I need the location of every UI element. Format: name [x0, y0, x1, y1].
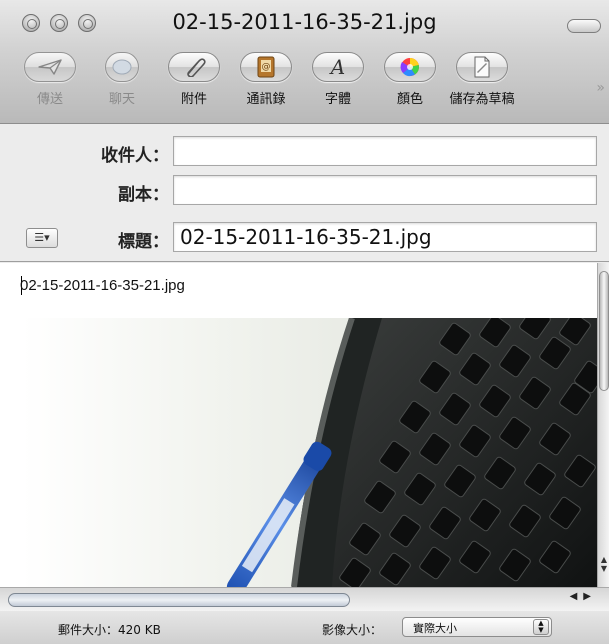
svg-text:A: A: [329, 56, 345, 78]
message-size-label: 郵件大小：: [58, 623, 119, 637]
to-field[interactable]: [173, 136, 597, 166]
toolbar-overflow-icon[interactable]: »: [596, 80, 605, 96]
select-stepper-icon: ▲ ▼: [533, 619, 549, 635]
message-size-value: 420 KB: [118, 623, 161, 637]
subject-field[interactable]: 02-15-2011-16-35-21.jpg: [173, 222, 597, 252]
save-draft-button[interactable]: 儲存為草稿: [446, 52, 518, 120]
chat-icon: [112, 59, 132, 75]
send-button[interactable]: 傳送: [14, 52, 86, 120]
to-row: 收件人：: [0, 136, 609, 166]
svg-text:@: @: [262, 62, 271, 72]
window-toolbar-area: 02-15-2011-16-35-21.jpg 傳送 聊天 附件 @ 通訊錄 A…: [0, 0, 609, 124]
chat-button-cap: [105, 52, 139, 82]
color-wheel-icon: [400, 57, 420, 77]
address-book-button[interactable]: @ 通訊錄: [230, 52, 302, 120]
send-button-cap: [24, 52, 76, 82]
address-book-button-label: 通訊錄: [246, 92, 286, 107]
cc-field[interactable]: [173, 175, 597, 205]
colors-button-cap: [384, 52, 436, 82]
image-size-select[interactable]: 實際大小 ▲ ▼: [402, 617, 552, 637]
cc-label: 副本：: [118, 185, 169, 205]
fonts-button-label: 字體: [324, 92, 351, 107]
window-title: 02-15-2011-16-35-21.jpg: [172, 10, 437, 34]
message-header-fields: 收件人： 副本： ☰▾ 標題： 02-15-2011-16-35-21.jpg: [0, 124, 609, 262]
chat-button[interactable]: 聊天: [86, 52, 158, 120]
address-book-button-cap: @: [240, 52, 292, 82]
subject-label: 標題：: [118, 232, 169, 252]
compose-toolbar: 傳送 聊天 附件 @ 通訊錄 A 字體 顏色 儲存為草稿: [14, 52, 518, 120]
body-text: 02-15-2011-16-35-21.jpg: [20, 277, 185, 294]
font-icon: A: [329, 56, 345, 78]
image-size-selected: 實際大小: [413, 622, 457, 635]
scroll-down-icon[interactable]: ▼: [598, 564, 609, 573]
attached-image[interactable]: [22, 318, 597, 587]
send-icon: [38, 59, 62, 75]
save-draft-icon: [474, 56, 490, 78]
vertical-scroll-arrows[interactable]: ▲ ▼: [598, 555, 609, 587]
message-body[interactable]: 02-15-2011-16-35-21.jpg: [0, 263, 597, 587]
cc-row: 副本：: [0, 175, 609, 205]
address-book-icon: @: [257, 56, 275, 78]
attach-button-label: 附件: [180, 92, 207, 107]
vertical-scrollbar[interactable]: ▲ ▼: [597, 263, 609, 587]
horizontal-scrollbar[interactable]: ◀▶: [0, 587, 609, 611]
save-draft-button-label: 儲存為草稿: [449, 92, 515, 107]
colors-button[interactable]: 顏色: [374, 52, 446, 120]
mail-compose-window: 02-15-2011-16-35-21.jpg 傳送 聊天 附件 @ 通訊錄 A…: [0, 0, 609, 644]
attach-button[interactable]: 附件: [158, 52, 230, 120]
vertical-scroll-thumb[interactable]: [599, 271, 609, 391]
fonts-button[interactable]: A 字體: [302, 52, 374, 120]
horizontal-scroll-arrows[interactable]: ◀▶: [570, 591, 597, 602]
toolbar-toggle-button[interactable]: [567, 19, 601, 33]
colors-button-label: 顏色: [396, 92, 423, 107]
list-icon: ☰▾: [34, 231, 50, 244]
to-label: 收件人：: [101, 146, 169, 166]
keyboard-photo: [22, 318, 597, 587]
image-size-label: 影像大小：: [322, 623, 383, 637]
horizontal-scroll-thumb[interactable]: [8, 593, 350, 607]
header-options-menu[interactable]: ☰▾: [26, 228, 58, 248]
save-draft-button-cap: [456, 52, 508, 82]
scroll-up-icon[interactable]: ▲: [598, 555, 609, 564]
subject-row: ☰▾ 標題： 02-15-2011-16-35-21.jpg: [0, 222, 609, 252]
scroll-left-icon[interactable]: ◀: [570, 591, 584, 602]
attach-button-cap: [168, 52, 220, 82]
message-size: 郵件大小：420 KB: [58, 621, 161, 638]
send-button-label: 傳送: [36, 92, 63, 107]
paperclip-icon: [187, 58, 206, 77]
fonts-button-cap: A: [312, 52, 364, 82]
status-bar: 郵件大小：420 KB 影像大小： 實際大小 ▲ ▼: [0, 611, 609, 644]
scroll-right-icon[interactable]: ▶: [583, 591, 597, 602]
chat-button-label: 聊天: [108, 92, 135, 107]
